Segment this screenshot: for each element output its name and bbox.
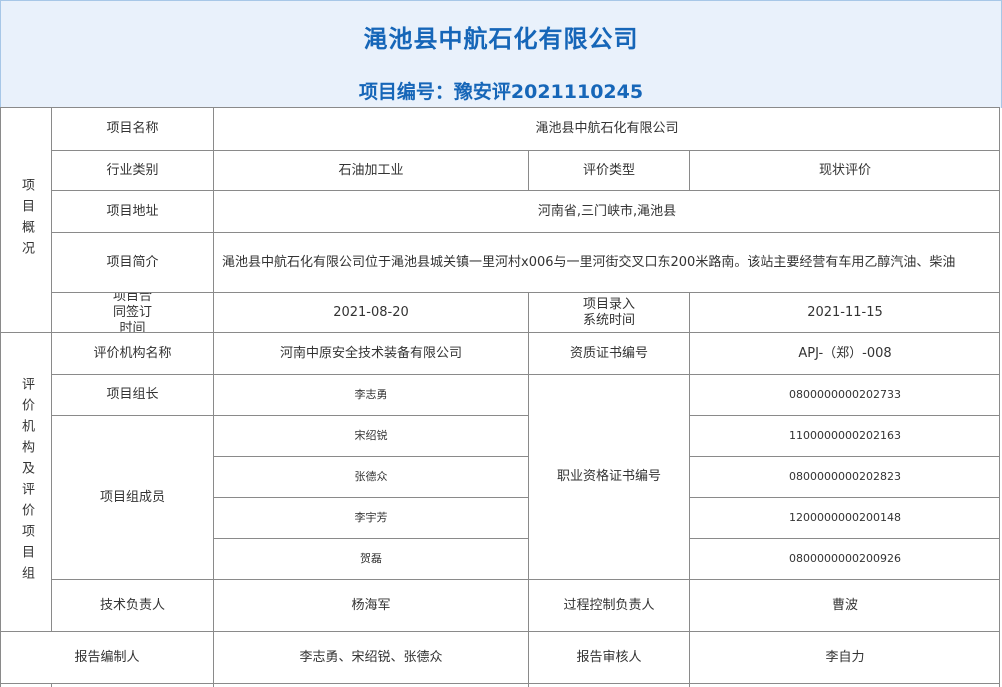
tech-lead-value: 杨海军 <box>213 579 528 631</box>
member-cert: 0800000000202823 <box>689 456 1000 497</box>
entry-date-value: 2021-11-15 <box>689 292 1000 332</box>
intro-label: 项目简介 <box>51 232 213 292</box>
leader-cert: 0800000000202733 <box>689 374 1000 415</box>
intro-value: 渑池县中航石化有限公司位于渑池县城关镇一里河村x006与一里河街交叉口东200米… <box>213 232 1000 292</box>
section-org-label: 评价机构及评价项目组 <box>0 332 51 631</box>
cert-no-value: APJ-（郑）-008 <box>689 332 1000 374</box>
member-name: 贺磊 <box>213 538 528 579</box>
page-header: 渑池县中航石化有限公司 项目编号：豫安评2021110245 <box>0 0 1002 108</box>
org-name-value: 河南中原安全技术装备有限公司 <box>213 332 528 374</box>
org-name-label: 评价机构名称 <box>51 332 213 374</box>
section-overview-label: 项目概况 <box>0 107 51 332</box>
member-name: 宋绍锐 <box>213 415 528 456</box>
leader-name: 李志勇 <box>213 374 528 415</box>
report-reviewer-label: 报告审核人 <box>528 631 689 683</box>
report-author-label: 报告编制人 <box>0 631 213 683</box>
leader-label: 项目组长 <box>51 374 213 415</box>
member-cert: 0800000000200926 <box>689 538 1000 579</box>
table-row <box>689 683 1000 687</box>
industry-label: 行业类别 <box>51 150 213 190</box>
project-name-value: 渑池县中航石化有限公司 <box>213 107 1000 150</box>
qual-cert-label: 职业资格证书编号 <box>528 374 689 579</box>
process-lead-value: 曹波 <box>689 579 1000 631</box>
table-row <box>0 683 51 687</box>
table-row <box>51 683 213 687</box>
entry-date-label: 项目录入系统时间 <box>528 292 689 332</box>
member-name: 李宇芳 <box>213 497 528 538</box>
table-row <box>528 683 689 687</box>
address-label: 项目地址 <box>51 190 213 232</box>
member-cert: 1100000000202163 <box>689 415 1000 456</box>
project-code: 项目编号：豫安评2021110245 <box>358 81 644 103</box>
contract-date-value: 2021-08-20 <box>213 292 528 332</box>
eval-type-value: 现状评价 <box>689 150 1000 190</box>
report-reviewer-value: 李自力 <box>689 631 1000 683</box>
contract-date-label: 项目合同签订时间 <box>51 292 213 332</box>
address-value: 河南省,三门峡市,渑池县 <box>213 190 1000 232</box>
cert-no-label: 资质证书编号 <box>528 332 689 374</box>
page-title: 渑池县中航石化有限公司 <box>363 25 639 53</box>
members-label: 项目组成员 <box>51 415 213 579</box>
industry-value: 石油加工业 <box>213 150 528 190</box>
project-name-label: 项目名称 <box>51 107 213 150</box>
table-row <box>213 683 528 687</box>
member-cert: 1200000000200148 <box>689 497 1000 538</box>
table-right-border <box>999 107 1000 687</box>
report-author-value: 李志勇、宋绍锐、张德众 <box>213 631 528 683</box>
eval-type-label: 评价类型 <box>528 150 689 190</box>
member-name: 张德众 <box>213 456 528 497</box>
process-lead-label: 过程控制负责人 <box>528 579 689 631</box>
tech-lead-label: 技术负责人 <box>51 579 213 631</box>
